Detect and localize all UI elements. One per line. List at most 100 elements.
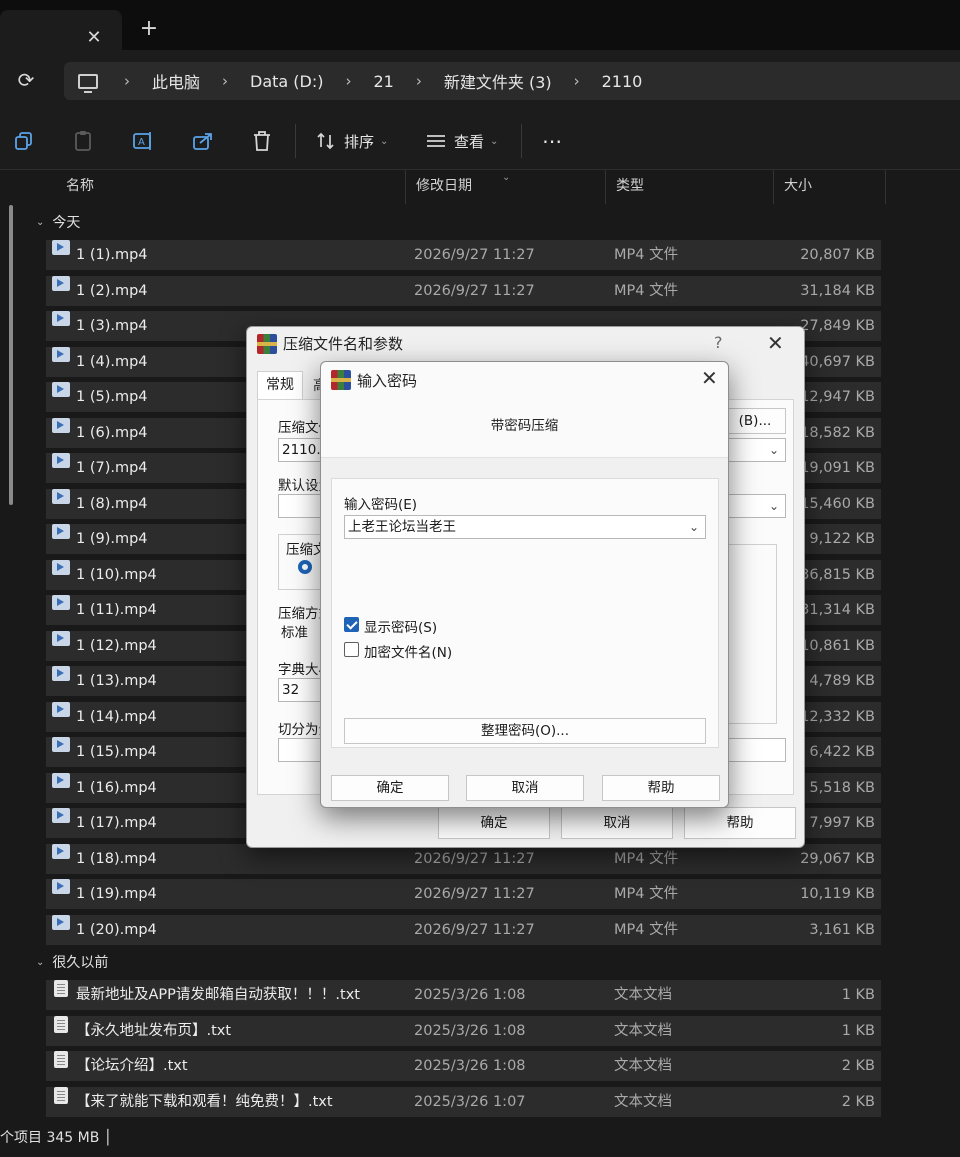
file-row[interactable]: 【来了就能下载和观看！纯免费！】.txt 2025/3/26 1:07 文本文档 2 … bbox=[46, 1086, 881, 1117]
video-file-icon bbox=[52, 701, 70, 717]
close-icon[interactable]: ✕ bbox=[767, 331, 784, 355]
breadcrumb-drive-d[interactable]: Data (D:) bbox=[250, 72, 323, 91]
close-tab-icon[interactable]: ✕ bbox=[84, 28, 104, 48]
copy-button[interactable] bbox=[14, 128, 34, 154]
address-bar: ⟳ › 此电脑 › Data (D:) › 21 › 新建文件夹 (3) › 2… bbox=[0, 50, 960, 112]
file-row[interactable]: 1 (20).mp4 2026/9/27 11:27 MP4 文件 3,161 KB bbox=[46, 914, 881, 945]
scrollbar-thumb[interactable] bbox=[9, 205, 13, 505]
file-name: 1 (7).mp4 bbox=[76, 460, 148, 476]
file-name: 1 (18).mp4 bbox=[76, 850, 157, 867]
help-button[interactable]: 帮助 bbox=[684, 807, 796, 839]
sort-caret-icon: ⌄ bbox=[502, 172, 511, 183]
file-name: 最新地址及APP请发邮箱自动获取！！！.txt bbox=[76, 987, 360, 1003]
breadcrumb-new-folder[interactable]: 新建文件夹 (3) bbox=[444, 69, 552, 93]
file-row[interactable]: 1 (2).mp4 2026/9/27 11:27 MP4 文件 31,184 KB bbox=[46, 275, 881, 306]
video-file-icon bbox=[52, 275, 70, 291]
show-password-checkbox[interactable] bbox=[344, 617, 359, 632]
breadcrumb[interactable]: › 此电脑 › Data (D:) › 21 › 新建文件夹 (3) › 211… bbox=[64, 62, 960, 100]
file-size: 5,518 KB bbox=[809, 779, 875, 796]
share-button[interactable] bbox=[192, 128, 214, 154]
cancel-button[interactable]: 取消 bbox=[466, 775, 584, 801]
paste-icon bbox=[75, 131, 91, 151]
ok-button[interactable]: 确定 bbox=[438, 807, 550, 839]
paste-button[interactable] bbox=[74, 128, 94, 154]
breadcrumb-folder-2110[interactable]: 2110 bbox=[602, 72, 643, 91]
browse-button[interactable]: (B)... bbox=[724, 408, 786, 434]
organize-passwords-button[interactable]: 整理密码(O)... bbox=[344, 718, 706, 744]
chevron-down-icon: ⌄ bbox=[768, 443, 779, 457]
rar-format-radio[interactable] bbox=[298, 560, 312, 574]
tab-general[interactable]: 常规 bbox=[257, 371, 303, 399]
breadcrumb-folder-21[interactable]: 21 bbox=[374, 72, 394, 91]
file-date: 2026/9/27 11:27 bbox=[414, 282, 535, 299]
help-icon[interactable]: ? bbox=[714, 333, 723, 352]
file-name: 【论坛介绍】.txt bbox=[76, 1058, 188, 1074]
encrypt-filenames-label[interactable]: 加密文件名(N) bbox=[364, 641, 452, 661]
file-size: 10,861 KB bbox=[800, 637, 875, 654]
text-file-icon bbox=[54, 980, 68, 997]
close-icon[interactable]: ✕ bbox=[701, 366, 718, 390]
file-date: 2025/3/26 1:07 bbox=[414, 1093, 526, 1110]
file-name: 1 (2).mp4 bbox=[76, 282, 148, 299]
file-row[interactable]: 1 (18).mp4 2026/9/27 11:27 MP4 文件 29,067 KB bbox=[46, 843, 881, 874]
file-row[interactable]: 1 (19).mp4 2026/9/27 11:27 MP4 文件 10,119 KB bbox=[46, 879, 881, 909]
chevron-down-icon[interactable]: ⌄ bbox=[689, 516, 699, 538]
winrar-icon bbox=[257, 334, 277, 354]
password-input[interactable]: 上老王论坛当老王 ⌄ bbox=[344, 515, 706, 539]
view-button[interactable]: 查看 ⌄ bbox=[426, 128, 498, 154]
breadcrumb-separator[interactable]: › bbox=[574, 72, 580, 90]
file-size: 40,697 KB bbox=[800, 353, 875, 370]
refresh-icon[interactable]: ⟳ bbox=[14, 68, 38, 92]
encrypt-filenames-checkbox[interactable] bbox=[344, 642, 359, 657]
text-file-icon bbox=[54, 1015, 68, 1033]
param-input[interactable] bbox=[724, 738, 786, 762]
new-tab-icon[interactable]: + bbox=[138, 18, 160, 40]
update-mode-select[interactable]: ⌄ bbox=[724, 438, 786, 462]
rename-button[interactable]: A bbox=[132, 128, 154, 154]
file-size: 31,184 KB bbox=[800, 282, 875, 299]
file-row[interactable]: 【永久地址发布页】.txt 2025/3/26 1:08 文本文档 1 KB bbox=[46, 1015, 881, 1046]
ok-button[interactable]: 确定 bbox=[331, 775, 449, 801]
video-file-icon bbox=[52, 914, 70, 930]
computer-icon[interactable] bbox=[78, 73, 98, 93]
group-today[interactable]: ⌄ 今天 bbox=[36, 210, 80, 234]
toolbar-divider bbox=[521, 124, 522, 158]
breadcrumb-separator[interactable]: › bbox=[416, 72, 422, 90]
share-icon bbox=[193, 133, 212, 150]
sort-button[interactable]: 排序 ⌄ bbox=[316, 128, 388, 154]
file-name: 【永久地址发布页】.txt bbox=[76, 1022, 232, 1039]
file-row[interactable]: 1 (1).mp4 2026/9/27 11:27 MP4 文件 20,807 KB bbox=[46, 240, 881, 270]
file-date: 2026/9/27 11:27 bbox=[414, 921, 535, 938]
active-tab[interactable]: ✕ bbox=[0, 10, 122, 50]
breadcrumb-separator[interactable]: › bbox=[222, 72, 228, 90]
help-button[interactable]: 帮助 bbox=[602, 775, 720, 801]
delete-button[interactable] bbox=[252, 128, 272, 154]
group-long-ago[interactable]: ⌄ 很久以前 bbox=[36, 950, 108, 974]
video-file-icon bbox=[52, 453, 70, 468]
file-type: 文本文档 bbox=[614, 1022, 672, 1039]
column-name[interactable]: 名称 bbox=[56, 170, 406, 204]
file-size: 7,997 KB bbox=[809, 815, 875, 831]
column-type[interactable]: 类型 bbox=[606, 170, 774, 204]
file-row[interactable]: 最新地址及APP请发邮箱自动获取！！！.txt 2025/3/26 1:08 文本文… bbox=[46, 980, 881, 1010]
video-file-icon bbox=[52, 595, 70, 610]
file-name: 1 (6).mp4 bbox=[76, 424, 148, 441]
file-row[interactable]: 【论坛介绍】.txt 2025/3/26 1:08 文本文档 2 KB bbox=[46, 1051, 881, 1081]
cancel-button[interactable]: 取消 bbox=[561, 807, 673, 839]
file-name: 【来了就能下载和观看！纯免费！】.txt bbox=[76, 1093, 333, 1110]
show-password-label[interactable]: 显示密码(S) bbox=[364, 616, 437, 636]
file-type: MP4 文件 bbox=[614, 886, 679, 902]
video-file-icon bbox=[52, 346, 70, 362]
file-type: MP4 文件 bbox=[614, 850, 679, 867]
column-size[interactable]: 大小 bbox=[774, 170, 886, 204]
breadcrumb-this-pc[interactable]: 此电脑 bbox=[152, 69, 200, 93]
file-size: 12,332 KB bbox=[800, 708, 875, 725]
more-options-button[interactable]: ⋯ bbox=[542, 128, 562, 154]
file-name: 1 (16).mp4 bbox=[76, 779, 157, 796]
breadcrumb-separator[interactable]: › bbox=[124, 72, 130, 90]
video-file-icon bbox=[52, 240, 70, 255]
video-file-icon bbox=[52, 879, 70, 894]
profile-select[interactable]: ⌄ bbox=[724, 494, 786, 518]
breadcrumb-separator[interactable]: › bbox=[346, 72, 352, 90]
file-date: 2026/9/27 11:27 bbox=[414, 886, 535, 902]
